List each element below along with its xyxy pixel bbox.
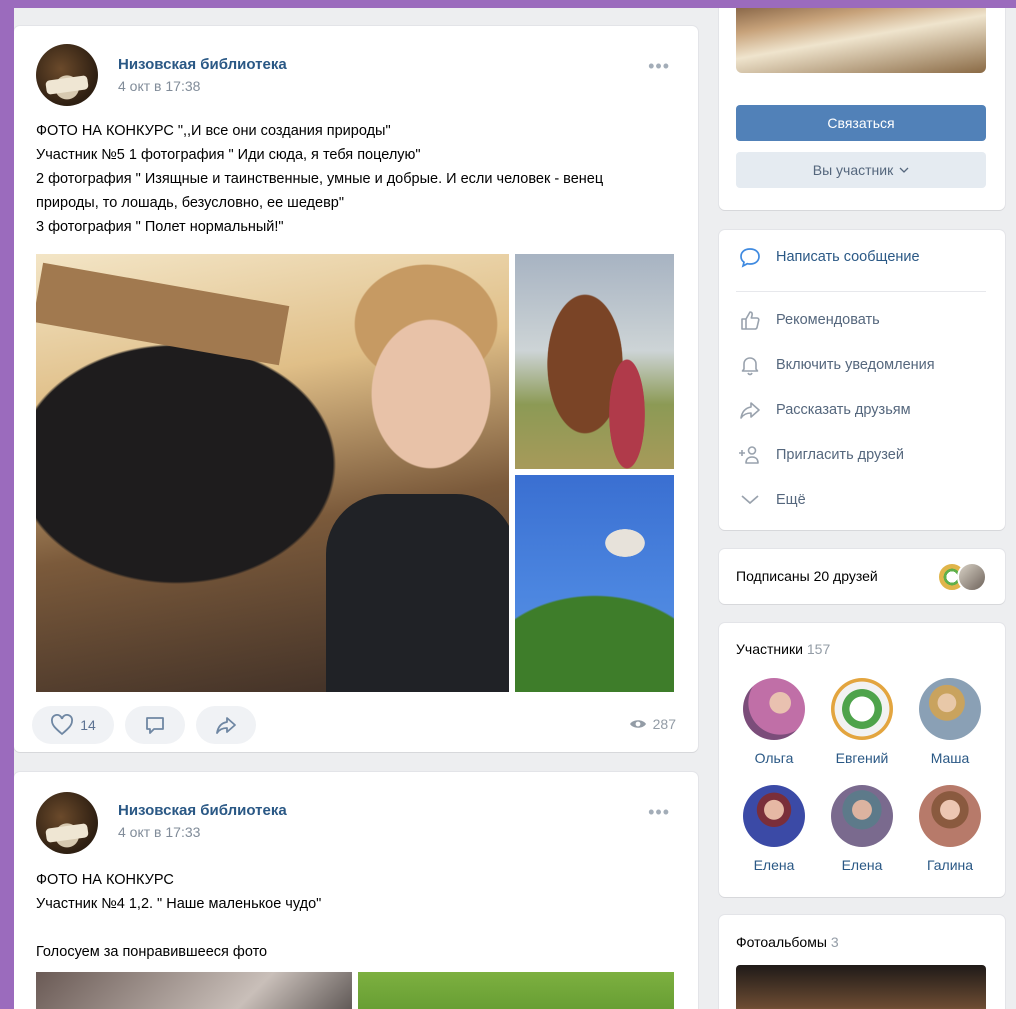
menu-item-label: Рекомендовать [776, 312, 880, 328]
post-text: ФОТО НА КОНКУРС Участник №4 1,2. " Наше … [36, 868, 686, 964]
comment-icon [146, 717, 164, 734]
albums-header[interactable]: Фотоальбомы 3 [736, 934, 839, 950]
photo-thumbnail[interactable] [358, 972, 674, 1009]
members-card: Участники 157 Ольга Евгений Маша Елена Ел… [719, 623, 1005, 897]
avatar [919, 678, 981, 740]
photo-girl-with-cow[interactable] [36, 254, 509, 692]
share-icon [216, 717, 236, 734]
member-name: Евгений [835, 750, 889, 766]
albums-title: Фотоальбомы [736, 934, 827, 950]
photo-grid [36, 972, 674, 1009]
like-button[interactable]: 14 [32, 706, 114, 744]
member-item[interactable]: Елена [734, 785, 814, 873]
divider [736, 291, 986, 292]
menu-item-label: Написать сообщение [776, 249, 920, 265]
post-date[interactable]: 4 окт в 17:38 [118, 78, 200, 94]
community-avatar[interactable] [36, 44, 98, 106]
menu-item-label: Ещё [776, 492, 806, 508]
write-message-item[interactable]: Написать сообщение [736, 241, 990, 273]
member-status-label: Вы участник [812, 162, 894, 178]
post-card: Низовская библиотека 4 окт в 17:33 ••• Ф… [14, 772, 698, 1009]
member-name: Галина [926, 857, 974, 873]
friends-subscribed-label: Подписаны 20 друзей [736, 568, 878, 584]
avatar [743, 678, 805, 740]
photo-albums-card: Фотоальбомы 3 [719, 915, 1005, 1009]
photo-cat-flying[interactable] [515, 475, 674, 692]
albums-count: 3 [830, 934, 839, 950]
page: Низовская библиотека 4 окт в 17:38 ••• Ф… [14, 8, 1016, 1009]
heart-icon [51, 714, 74, 736]
post-text-line: 3 фотография " Полет нормальный!" [36, 219, 284, 235]
member-item[interactable]: Евгений [822, 678, 902, 766]
member-item[interactable]: Елена [822, 785, 902, 873]
post-text-line: Участник №4 1,2. " Наше маленькое чудо" [36, 896, 322, 912]
chevron-down-icon [899, 167, 909, 173]
avatar [919, 785, 981, 847]
friends-avatars [933, 562, 993, 592]
community-cover [736, 8, 986, 73]
avatar [831, 678, 893, 740]
post-card: Низовская библиотека 4 окт в 17:38 ••• Ф… [14, 26, 698, 752]
bell-icon [736, 354, 764, 376]
photo-detail [36, 262, 290, 366]
post-author[interactable]: Низовская библиотека [118, 802, 287, 819]
message-icon [736, 246, 764, 268]
views-counter: 287 [629, 716, 676, 732]
post-author[interactable]: Низовская библиотека [118, 56, 287, 73]
member-item[interactable]: Маша [910, 678, 990, 766]
more-item[interactable]: Ещё [736, 484, 990, 516]
comment-button[interactable] [125, 706, 185, 744]
friends-subscribed-card[interactable]: Подписаны 20 друзей [719, 549, 1005, 604]
album-thumbnail[interactable] [736, 965, 986, 1009]
community-actions-card: Связаться Вы участник [719, 8, 1005, 210]
share-icon [736, 399, 764, 421]
add-user-icon [736, 444, 764, 466]
post-text-line: 2 фотография " Изящные и таинственные, у… [36, 171, 604, 187]
member-name: Елена [753, 857, 795, 873]
photo-girl-with-horse[interactable] [515, 254, 674, 469]
post-text-line: ФОТО НА КОНКУРС [36, 872, 174, 888]
avatar [831, 785, 893, 847]
post-text: ФОТО НА КОНКУРС ",,И все они создания пр… [36, 119, 686, 239]
avatar [743, 785, 805, 847]
photo-thumbnail[interactable] [36, 972, 352, 1009]
post-text-line: Голосуем за понравившееся фото [36, 944, 268, 960]
post-text-line: природы, то лошадь, безусловно, ее шедев… [36, 195, 344, 211]
invite-friends-item[interactable]: Пригласить друзей [736, 439, 990, 471]
post-text-line: ФОТО НА КОНКУРС ",,И все они создания пр… [36, 123, 391, 139]
more-options-icon[interactable]: ••• [648, 56, 670, 77]
share-button[interactable] [196, 706, 256, 744]
tell-friends-item[interactable]: Рассказать друзьям [736, 394, 990, 426]
post-text-line [36, 916, 686, 940]
member-item[interactable]: Галина [910, 785, 990, 873]
thumbs-up-icon [736, 309, 764, 331]
photo-detail [326, 494, 509, 692]
contact-button[interactable]: Связаться [736, 105, 986, 141]
member-item[interactable]: Ольга [734, 678, 814, 766]
community-avatar[interactable] [36, 792, 98, 854]
like-count: 14 [80, 717, 96, 733]
photo-grid [36, 254, 674, 692]
community-menu-card: Написать сообщение Рекомендовать Включит… [719, 230, 1005, 530]
enable-notifications-item[interactable]: Включить уведомления [736, 349, 990, 381]
more-options-icon[interactable]: ••• [648, 802, 670, 823]
member-name: Ольга [754, 750, 794, 766]
post-text-line: Участник №5 1 фотография " Иди сюда, я т… [36, 147, 421, 163]
menu-item-label: Рассказать друзьям [776, 402, 911, 418]
eye-icon [629, 720, 646, 728]
member-name: Маша [930, 750, 970, 766]
post-date[interactable]: 4 окт в 17:33 [118, 824, 200, 840]
menu-item-label: Пригласить друзей [776, 447, 904, 463]
members-header[interactable]: Участники 157 [736, 641, 830, 657]
members-title: Участники [736, 641, 803, 657]
recommend-item[interactable]: Рекомендовать [736, 304, 990, 336]
menu-item-label: Включить уведомления [776, 357, 935, 373]
views-count: 287 [652, 716, 676, 732]
members-count: 157 [806, 641, 831, 657]
member-status-button[interactable]: Вы участник [736, 152, 986, 188]
member-name: Елена [841, 857, 883, 873]
post-actions: 14 287 [32, 706, 682, 746]
chevron-down-icon [736, 494, 764, 506]
avatar [957, 562, 987, 592]
